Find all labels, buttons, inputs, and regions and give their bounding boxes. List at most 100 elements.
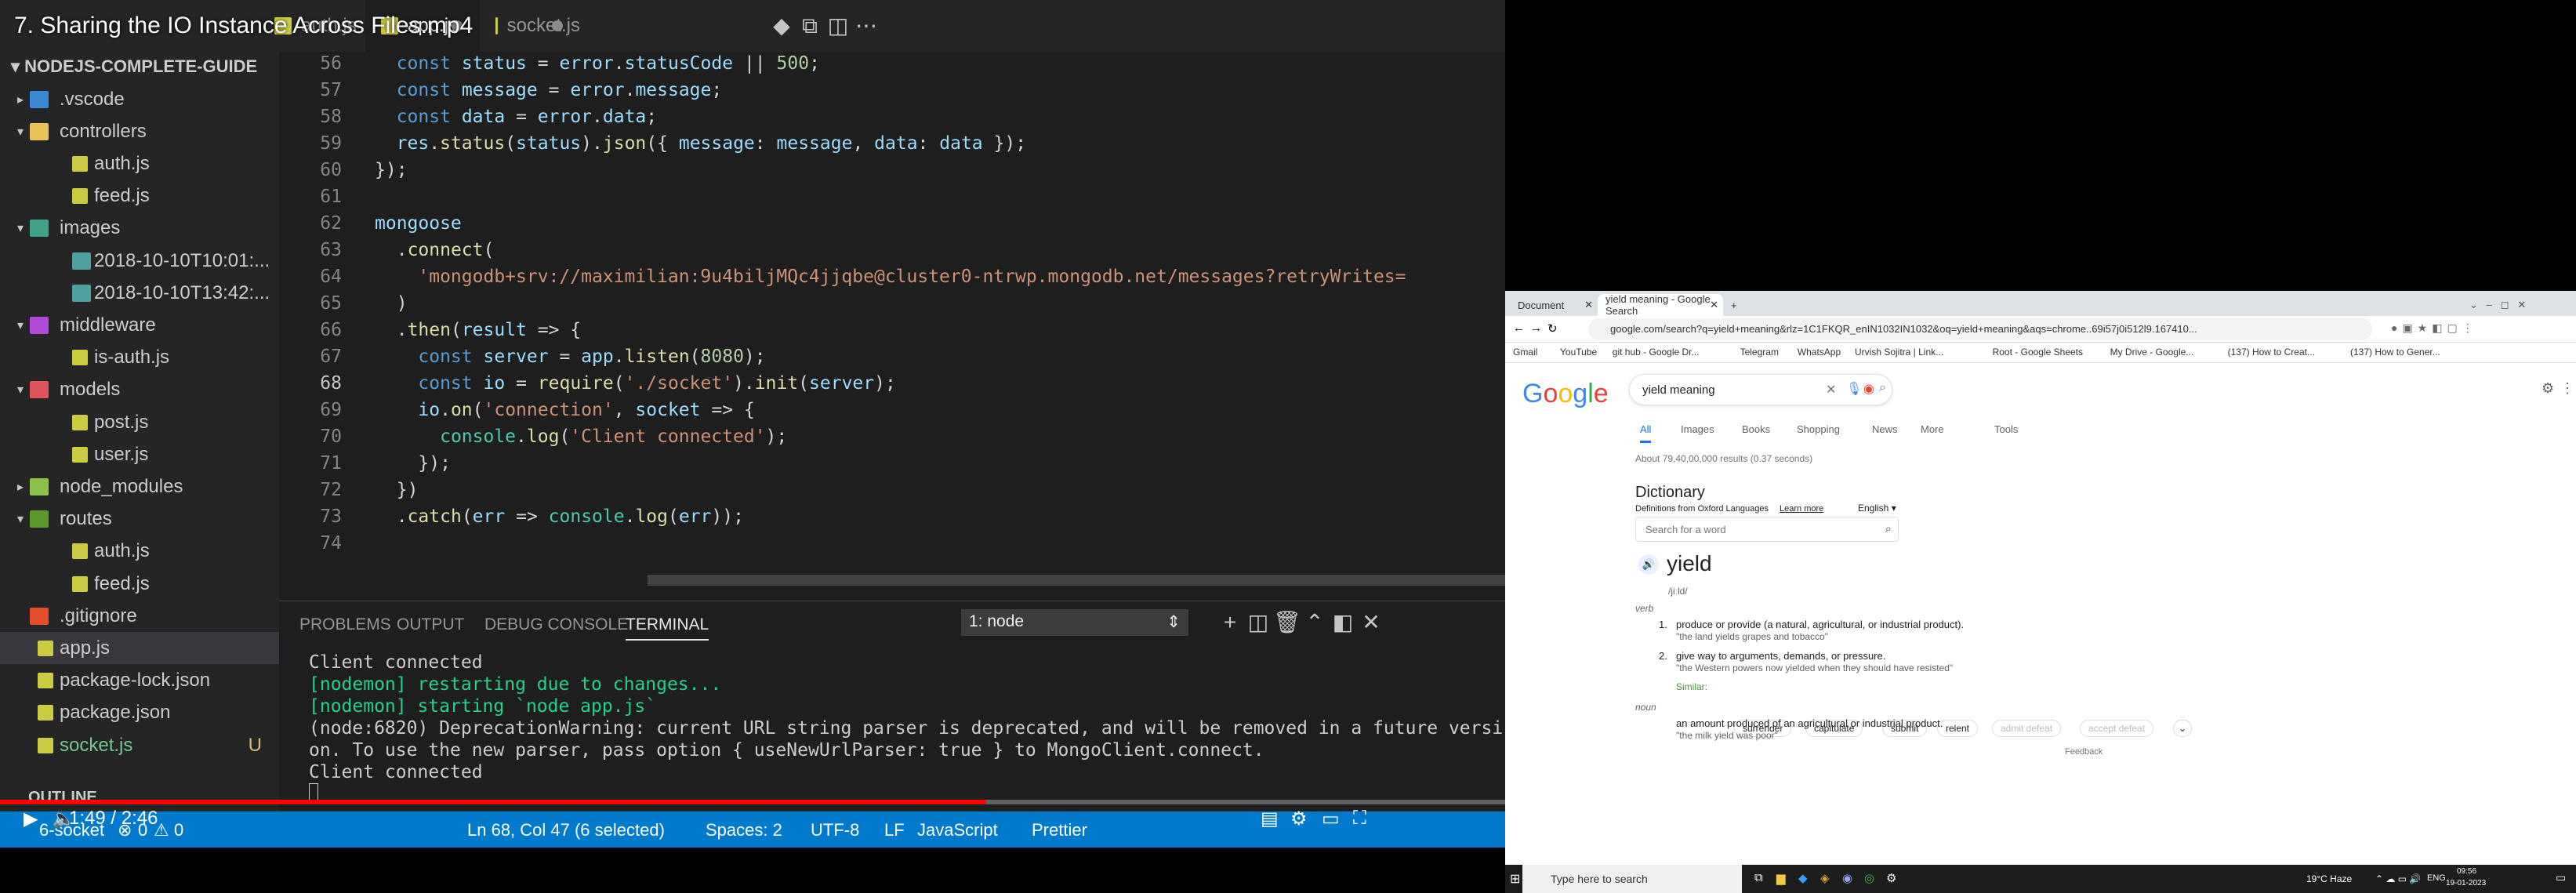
similar-word-chip[interactable]: relent [1937,720,1979,737]
bookmark-item[interactable]: My Drive - Google... [2110,347,2194,358]
explorer-title[interactable]: ▾ NODEJS-COMPLETE-GUIDE [11,56,257,77]
sidebar-item[interactable]: post.js [0,406,279,438]
cursor-position[interactable]: Ln 68, Col 47 (6 selected) [467,820,665,840]
bookmark-item[interactable]: git hub - Google Dr... [1613,347,1700,358]
google-logo[interactable]: Google [1522,379,1609,409]
sidebar-item[interactable]: user.js [0,438,279,470]
code-line[interactable]: }); [375,450,451,477]
bookmark-item[interactable]: YouTube [1560,347,1597,358]
sidebar-item[interactable]: socket.js U [0,729,279,761]
sidebar-item[interactable]: 2018-10-10T10:01:... [0,245,279,277]
bookmark-item[interactable]: WhatsApp [1798,347,1841,358]
clock-time[interactable]: 09:56 [2457,867,2476,876]
sidebar-item[interactable]: auth.js [0,535,279,568]
windows-start-icon[interactable]: ⊞ [1510,871,1520,887]
app-icon[interactable]: ◉ [1842,871,1852,885]
code-line[interactable]: const data = error.data; [375,103,657,130]
tab-books[interactable]: Books [1742,423,1770,435]
prettier-status[interactable]: Prettier [1032,820,1087,840]
weather[interactable]: 19°C Haze [2306,873,2352,884]
chevron-down-icon[interactable]: ⌄ [2173,720,2193,737]
sidebar-item[interactable]: .gitignore [0,600,279,632]
code-line[interactable]: 'mongodb+srv://maximilian:9u4biljMQc4jjq… [375,263,1406,290]
line-ending[interactable]: LF [884,820,905,840]
similar-word-chip[interactable]: accept defeat [2080,720,2154,737]
sidebar-item[interactable]: feed.js [0,180,279,212]
sidebar-item[interactable]: ▾ controllers [0,115,279,147]
sidebar-item[interactable]: package-lock.json [0,665,279,697]
tab-more[interactable]: More [1921,423,1944,435]
warning-count[interactable]: 0 [174,820,183,840]
bookmark-item[interactable]: (137) How to Gener... [2350,347,2440,358]
trash-icon[interactable]: 🗑 [1273,609,1301,636]
sidebar-item[interactable]: ▾ middleware [0,309,279,341]
tab-images[interactable]: Images [1681,423,1714,435]
code-line[interactable]: ) [375,290,408,317]
code-line[interactable]: .connect( [375,237,495,263]
language-indicator[interactable]: ENG [2427,873,2446,883]
settings-icon[interactable]: ⚙ [1290,808,1308,830]
bookmark-item[interactable]: Gmail [1513,347,1537,358]
address-bar[interactable]: google.com/search?q=yield+meaning&rlz=1C… [1588,318,2372,340]
sidebar-item[interactable]: auth.js [0,147,279,180]
sidebar-item[interactable]: is-auth.js [0,342,279,374]
new-tab-icon[interactable]: + [1726,294,1745,316]
sidebar-item[interactable]: ▾ images [0,212,279,245]
apps-icon[interactable]: ⋮⋮ [2560,380,2576,397]
search-icon[interactable]: ⌕ [1879,381,1886,395]
code-line[interactable]: const io = require('./socket').init(serv… [375,370,895,397]
code-line[interactable]: .then(result => { [375,317,582,343]
sidebar-item[interactable]: ▸ node_modules [0,470,279,503]
bookmark-item[interactable]: Urvish Sojitra | Link... [1855,347,1943,358]
split-editor-icon[interactable]: ◫ [825,13,851,39]
similar-word-chip[interactable]: admit defeat [1992,720,2062,737]
mic-icon[interactable]: 🎙 [1846,381,1862,397]
sidebar-item[interactable]: app.js [0,632,279,665]
language-mode[interactable]: JavaScript [917,820,998,840]
tab-problems[interactable]: PROBLEMS [299,615,391,634]
code-line[interactable]: }); [375,157,408,183]
tab-output[interactable]: OUTPUT [397,615,464,634]
learn-more-link[interactable]: Learn more [1780,504,1823,514]
tab-news[interactable]: News [1872,423,1898,435]
close-icon[interactable]: ✕ [1710,299,1718,311]
tools-button[interactable]: Tools [1994,423,2018,435]
task-view-icon[interactable]: ⧉ [1754,871,1763,884]
miniplayer-icon[interactable]: ▭ [1322,808,1340,830]
dictionary-source[interactable]: Definitions from Oxford Languages [1635,504,1769,514]
clock-date[interactable]: 19-01-2023 [2446,879,2486,888]
bookmark-item[interactable]: Root - Google Sheets [1993,347,2083,358]
notification-icon[interactable]: ▭ [2556,871,2566,884]
lens-icon[interactable]: ◉ [1863,381,1874,397]
tab-google-search[interactable]: yield meaning - Google Search ✕ [1598,293,1723,317]
back-icon[interactable]: ← [1513,321,1525,335]
chrome-icon[interactable]: ◎ [1864,871,1874,885]
code-line[interactable]: const status = error.statusCode || 500; [375,50,820,77]
sidebar-item[interactable]: feed.js [0,568,279,600]
tab-document[interactable]: Document ✕ [1510,294,1598,316]
play-icon[interactable]: ▶ [24,808,38,830]
horizontal-scrollbar[interactable] [648,575,1505,586]
tray-icons[interactable]: ⌃ ☁ ▭ 🔊 [2375,873,2421,884]
search-box[interactable]: yield meaning ✕ 🎙 ◉ ⌕ [1629,374,1892,405]
split-terminal-icon[interactable]: ◫ [1245,609,1272,636]
subtitles-icon[interactable]: ▤ [1261,808,1279,830]
vscode-icon[interactable]: ◆ [1798,871,1808,885]
feedback-link[interactable]: Feedback [2065,747,2103,757]
git-compare-icon[interactable]: ◆ [768,13,795,39]
tab-socket-js[interactable]: socket.js [480,0,580,52]
settings-icon[interactable]: ⚙ [1886,871,1896,885]
sidebar-item[interactable]: ▾ models [0,374,279,406]
code-editor[interactable]: 56 57 58 59 60 61 62 63 64 65 66 67 68 69 70 71 72 73 74 c… [279,52,1505,601]
app-icon[interactable]: ◈ [1820,871,1830,885]
language-select[interactable]: English ▾ [1858,503,1896,514]
code-line[interactable]: const server = app.listen(8080); [375,343,765,370]
bookmark-item[interactable]: (137) How to Creat... [2228,347,2315,358]
reload-icon[interactable]: ↻ [1547,321,1558,336]
tab-all[interactable]: All [1640,423,1652,443]
forward-icon[interactable]: → [1530,321,1542,335]
panel-position-icon[interactable]: ◧ [1330,609,1356,636]
search-icon[interactable]: ⌕ [1885,522,1892,535]
tab-terminal[interactable]: TERMINAL [626,615,709,641]
code-line[interactable]: mongoose [375,210,462,237]
